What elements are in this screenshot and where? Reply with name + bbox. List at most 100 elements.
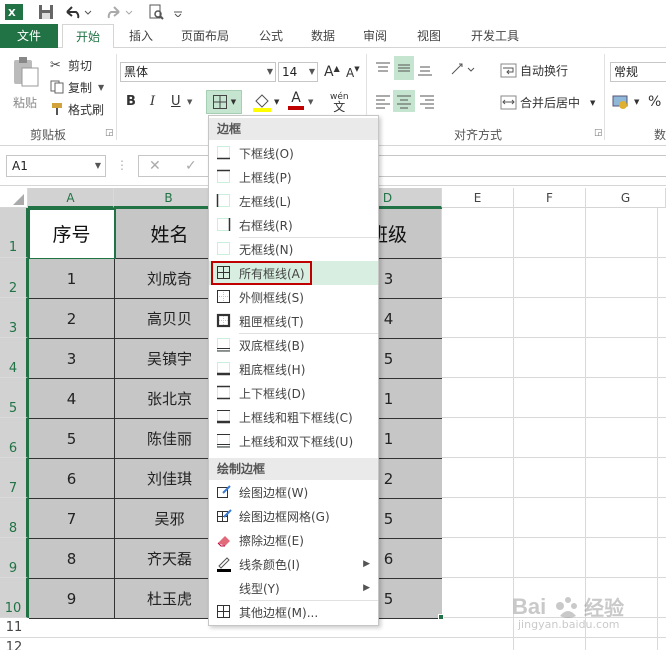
row-header-4[interactable]: 4 bbox=[0, 338, 28, 378]
tab-review[interactable]: 审阅 bbox=[352, 24, 398, 48]
menu-item-draw-border-grid[interactable]: 绘图边框网格(G) bbox=[209, 504, 378, 528]
menu-item-eraser[interactable]: 擦除边框(E) bbox=[209, 528, 378, 552]
menu-item-right-border[interactable]: 右框线(R) bbox=[209, 213, 378, 237]
orientation-button[interactable] bbox=[450, 60, 476, 78]
row-header-3[interactable]: 3 bbox=[0, 298, 28, 338]
row-header-7[interactable]: 7 bbox=[0, 458, 28, 498]
font-name-combo[interactable]: 黑体 ▼ bbox=[120, 62, 276, 82]
tab-insert[interactable]: 插入 bbox=[118, 24, 164, 48]
print-preview-icon[interactable] bbox=[146, 3, 166, 21]
copy-dropdown-icon[interactable]: ▼ bbox=[98, 83, 104, 92]
number-format-combo[interactable]: 常规 bbox=[610, 62, 666, 82]
wrap-text-button[interactable]: 自动换行 bbox=[500, 62, 568, 79]
tab-formulas[interactable]: 公式 bbox=[248, 24, 294, 48]
merge-center-button[interactable]: 合并后居中 ▼ bbox=[500, 94, 595, 111]
fill-color-button[interactable]: ▼ bbox=[252, 92, 279, 112]
table-cell[interactable]: 4 bbox=[29, 379, 115, 419]
menu-item-top-thick-bottom-border[interactable]: 上框线和粗下框线(C) bbox=[209, 405, 378, 429]
undo-icon[interactable] bbox=[64, 3, 92, 21]
grow-font-button[interactable]: A ▲ bbox=[324, 62, 340, 82]
paste-icon bbox=[14, 57, 39, 87]
align-top-button[interactable] bbox=[374, 60, 392, 78]
table-cell[interactable]: 1 bbox=[29, 259, 115, 299]
enter-icon[interactable]: ✓ bbox=[185, 158, 197, 174]
table-cell[interactable]: 5 bbox=[29, 419, 115, 459]
cancel-icon[interactable]: ✕ bbox=[149, 158, 161, 174]
top-double-bottom-border-icon bbox=[209, 429, 239, 453]
font-color-button[interactable]: A bbox=[288, 90, 304, 110]
row-header-1[interactable]: 1 bbox=[0, 208, 28, 258]
align-right-button[interactable] bbox=[418, 92, 436, 110]
column-header-g[interactable]: G bbox=[586, 188, 666, 208]
row-header-5[interactable]: 5 bbox=[0, 378, 28, 418]
align-center-button[interactable] bbox=[393, 90, 415, 112]
tab-view[interactable]: 视图 bbox=[406, 24, 452, 48]
menu-item-bottom-border[interactable]: 下框线(O) bbox=[209, 141, 378, 165]
row-header-11[interactable]: 11 bbox=[0, 618, 28, 638]
cut-button[interactable]: ✂ 剪切 bbox=[50, 56, 92, 74]
select-all-corner[interactable] bbox=[0, 188, 28, 208]
copy-button[interactable]: 复制 ▼ bbox=[50, 78, 104, 96]
tab-file[interactable]: 文件 bbox=[0, 24, 58, 48]
redo-icon[interactable] bbox=[106, 3, 134, 21]
table-cell[interactable]: 2 bbox=[29, 299, 115, 339]
font-color-dropdown-icon[interactable]: ▼ bbox=[308, 98, 313, 106]
row-header-8[interactable]: 8 bbox=[0, 498, 28, 538]
menu-item-top-double-bottom-border[interactable]: 上框线和双下框线(U) bbox=[209, 429, 378, 453]
menu-item-all-borders[interactable]: 所有框线(A) bbox=[209, 261, 378, 285]
menu-item-thick-bottom-border[interactable]: 粗底框线(H) bbox=[209, 357, 378, 381]
save-icon[interactable] bbox=[36, 3, 56, 21]
menu-item-thick-box-border[interactable]: 粗匣框线(T) bbox=[209, 309, 378, 333]
bold-button[interactable]: B bbox=[126, 94, 136, 109]
menu-item-double-bottom-border[interactable]: 双底框线(B) bbox=[209, 333, 378, 357]
empty-grid-area[interactable] bbox=[442, 208, 666, 650]
row-header-10[interactable]: 10 bbox=[0, 578, 28, 618]
table-cell[interactable]: 9 bbox=[29, 579, 115, 619]
borders-button[interactable]: ▼ bbox=[206, 90, 242, 114]
percent-button[interactable]: % bbox=[648, 94, 661, 110]
font-size-combo[interactable]: 14 ▼ bbox=[278, 62, 318, 82]
fill-handle[interactable] bbox=[438, 614, 444, 620]
phonetic-button[interactable]: wén 文 bbox=[330, 92, 349, 113]
format-painter-button[interactable]: 格式刷 bbox=[50, 100, 104, 118]
shrink-font-button[interactable]: A ▼ bbox=[346, 63, 360, 83]
menu-item-more-borders[interactable]: 其他边框(M)... bbox=[209, 600, 378, 624]
menu-item-left-border[interactable]: 左框线(L) bbox=[209, 189, 378, 213]
row-header-9[interactable]: 9 bbox=[0, 538, 28, 578]
customize-qat-icon[interactable] bbox=[172, 3, 184, 21]
ribbon-tabs: 文件 开始 插入 页面布局 公式 数据 审阅 视图 开发工具 bbox=[0, 24, 666, 49]
underline-button[interactable]: U bbox=[171, 94, 181, 109]
table-cell[interactable]: 3 bbox=[29, 339, 115, 379]
menu-item-line-style[interactable]: 线型(Y) ▶ bbox=[209, 576, 378, 600]
column-header-e[interactable]: E bbox=[442, 188, 514, 208]
align-left-button[interactable] bbox=[374, 92, 392, 110]
alignment-dialog-launcher-icon[interactable]: ◲ bbox=[594, 128, 603, 138]
paste-button[interactable]: 粘贴 bbox=[8, 56, 42, 122]
menu-item-draw-border[interactable]: 绘图边框(W) bbox=[209, 480, 378, 504]
align-middle-button[interactable] bbox=[394, 56, 414, 80]
underline-dropdown-icon[interactable]: ▼ bbox=[187, 98, 192, 106]
menu-item-top-border[interactable]: 上框线(P) bbox=[209, 165, 378, 189]
clipboard-dialog-launcher-icon[interactable]: ◲ bbox=[105, 128, 114, 138]
menu-item-top-bottom-border[interactable]: 上下框线(D) bbox=[209, 381, 378, 405]
menu-item-label: 其他边框(M)... bbox=[239, 605, 319, 620]
column-header-a[interactable]: A bbox=[28, 188, 114, 208]
tab-developer[interactable]: 开发工具 bbox=[462, 24, 528, 48]
row-header-6[interactable]: 6 bbox=[0, 418, 28, 458]
table-cell[interactable]: 8 bbox=[29, 539, 115, 579]
tab-data[interactable]: 数据 bbox=[300, 24, 346, 48]
row-header-12[interactable]: 12 bbox=[0, 638, 28, 650]
menu-item-line-color[interactable]: 线条颜色(I) ▶ bbox=[209, 552, 378, 576]
column-header-f[interactable]: F bbox=[514, 188, 586, 208]
accounting-format-button[interactable]: ▼ bbox=[612, 94, 639, 110]
name-box[interactable]: A1 ▼ bbox=[6, 155, 106, 177]
align-bottom-button[interactable] bbox=[416, 60, 434, 78]
table-cell[interactable]: 7 bbox=[29, 499, 115, 539]
tab-home[interactable]: 开始 bbox=[62, 24, 114, 49]
menu-item-outside-borders[interactable]: 外侧框线(S) bbox=[209, 285, 378, 309]
table-cell[interactable]: 6 bbox=[29, 459, 115, 499]
tab-page-layout[interactable]: 页面布局 bbox=[172, 24, 238, 48]
row-header-2[interactable]: 2 bbox=[0, 258, 28, 298]
menu-item-no-border[interactable]: 无框线(N) bbox=[209, 237, 378, 261]
italic-button[interactable]: I bbox=[150, 94, 155, 109]
